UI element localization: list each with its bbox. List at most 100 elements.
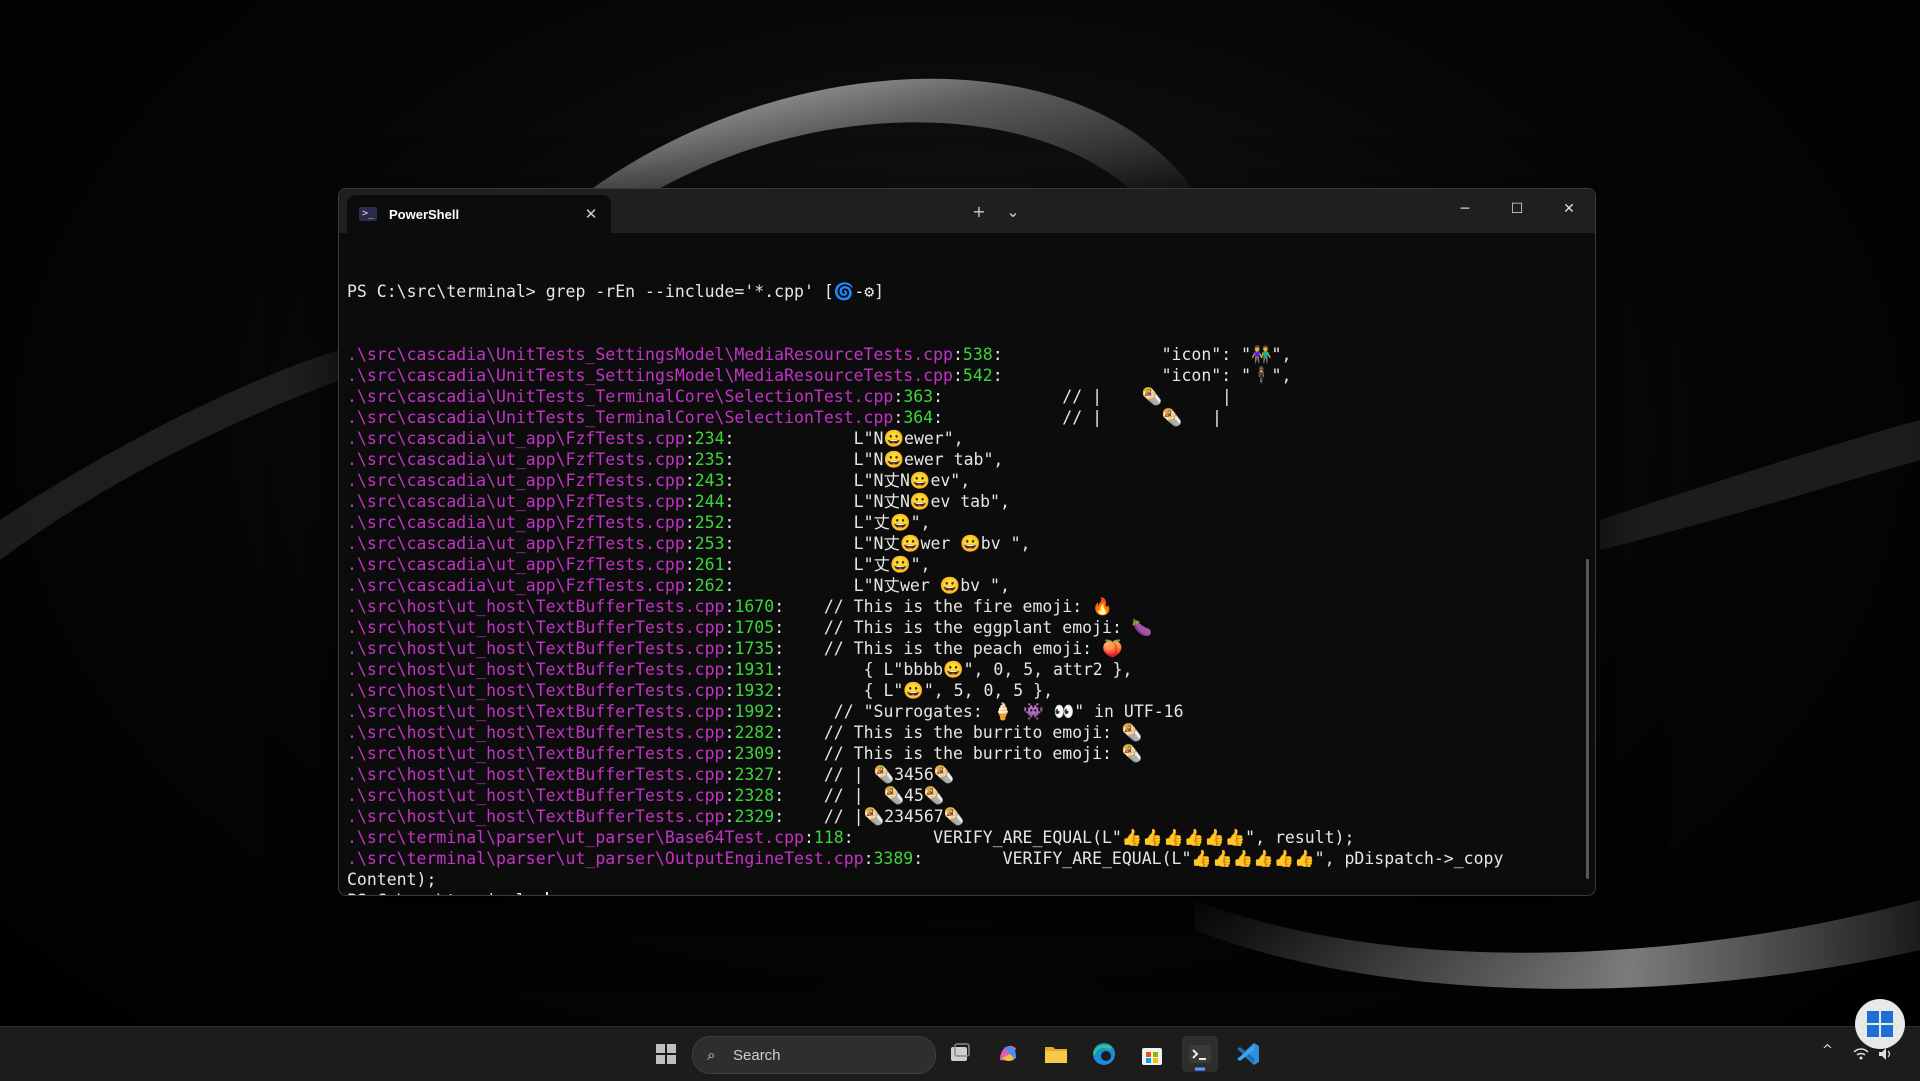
result-line-number: 542 xyxy=(962,366,993,385)
result-path: .\src\host\ut_host\TextBufferTests.cpp xyxy=(347,786,725,805)
tray-chevron-icon[interactable]: ^ xyxy=(1822,1043,1833,1058)
prompt: PS C:\src\terminal> xyxy=(347,282,546,301)
result-code: L"N😀ewer", xyxy=(734,429,964,448)
result-code: L"N丈wer 😀bv ", xyxy=(734,576,1010,595)
edge-button[interactable] xyxy=(1086,1036,1122,1072)
result-code: L"N丈N😀ev tab", xyxy=(734,492,1010,511)
grep-result-line: .\src\host\ut_host\TextBufferTests.cpp:1… xyxy=(347,618,1153,637)
grep-result-line: .\src\host\ut_host\TextBufferTests.cpp:2… xyxy=(347,765,955,784)
grep-result-line: .\src\cascadia\UnitTests_SettingsModel\M… xyxy=(347,345,1292,364)
search-icon: ⌕ xyxy=(707,1046,716,1064)
close-window-button[interactable]: ✕ xyxy=(1543,189,1595,229)
grep-result-line: .\src\cascadia\ut_app\FzfTests.cpp:262: … xyxy=(347,576,1010,595)
result-path: .\src\host\ut_host\TextBufferTests.cpp xyxy=(347,639,725,658)
grep-result-line: .\src\cascadia\ut_app\FzfTests.cpp:252: … xyxy=(347,513,931,532)
grep-result-line: .\src\host\ut_host\TextBufferTests.cpp:1… xyxy=(347,639,1123,658)
close-tab-icon[interactable]: ✕ xyxy=(577,200,605,228)
result-code: // |🌯234567🌯 xyxy=(784,807,965,826)
result-line-number: 243 xyxy=(694,471,725,490)
scrollbar[interactable] xyxy=(1586,559,1589,879)
new-tab-button[interactable]: + xyxy=(965,199,993,225)
result-path: .\src\host\ut_host\TextBufferTests.cpp xyxy=(347,702,725,721)
grep-result-line: .\src\cascadia\ut_app\FzfTests.cpp:253: … xyxy=(347,534,1031,553)
result-code: L"N丈N😀ev", xyxy=(734,471,971,490)
result-path: .\src\host\ut_host\TextBufferTests.cpp xyxy=(347,744,725,763)
result-code: "icon": "🕴", xyxy=(1002,366,1292,385)
result-path: .\src\host\ut_host\TextBufferTests.cpp xyxy=(347,681,725,700)
result-path: .\src\cascadia\ut_app\FzfTests.cpp xyxy=(347,513,685,532)
result-code: // This is the peach emoji: 🍑 xyxy=(784,639,1123,658)
grep-result-line: .\src\host\ut_host\TextBufferTests.cpp:1… xyxy=(347,597,1113,616)
result-code: { L"😀", 5, 0, 5 }, xyxy=(784,681,1054,700)
tab-powershell[interactable]: >_ PowerShell ✕ xyxy=(347,195,611,233)
result-line-number: 234 xyxy=(694,429,725,448)
final-prompt-line: PS C:\src\terminal> xyxy=(347,890,1567,895)
result-code: // | 🌯45🌯 xyxy=(784,786,945,805)
store-button[interactable] xyxy=(1134,1036,1170,1072)
result-code: "icon": "👫", xyxy=(1002,345,1292,364)
result-line-number: 2328 xyxy=(734,786,775,805)
grep-result-line: .\src\host\ut_host\TextBufferTests.cpp:1… xyxy=(347,660,1133,679)
result-line-number: 2309 xyxy=(734,744,775,763)
result-line-number: 261 xyxy=(694,555,725,574)
result-code: // | 🌯 | xyxy=(943,408,1222,427)
result-line-number: 1735 xyxy=(734,639,775,658)
wrapped-line: Content); xyxy=(347,870,437,889)
grep-result-line: .\src\cascadia\ut_app\FzfTests.cpp:234: … xyxy=(347,429,964,448)
copilot-button[interactable] xyxy=(990,1036,1026,1072)
result-line-number: 3389 xyxy=(873,849,914,868)
grep-result-line: .\src\cascadia\UnitTests_TerminalCore\Se… xyxy=(347,387,1232,406)
result-path: .\src\cascadia\ut_app\FzfTests.cpp xyxy=(347,429,685,448)
result-path: .\src\cascadia\UnitTests_SettingsModel\M… xyxy=(347,345,953,364)
windows-logo-icon xyxy=(1855,999,1905,1049)
result-code: VERIFY_ARE_EQUAL(L"👍👍👍👍👍👍", result); xyxy=(853,828,1355,847)
result-line-number: 363 xyxy=(903,387,934,406)
start-button[interactable] xyxy=(648,1036,684,1072)
grep-result-line: .\src\host\ut_host\TextBufferTests.cpp:1… xyxy=(347,681,1054,700)
grep-result-line: .\src\cascadia\ut_app\FzfTests.cpp:235: … xyxy=(347,450,1004,469)
result-line-number: 244 xyxy=(694,492,725,511)
grep-result-line: .\src\host\ut_host\TextBufferTests.cpp:2… xyxy=(347,744,1143,763)
result-path: .\src\cascadia\ut_app\FzfTests.cpp xyxy=(347,471,685,490)
result-line-number: 1992 xyxy=(734,702,775,721)
edge-icon xyxy=(1093,1043,1115,1065)
grep-result-line: .\src\cascadia\UnitTests_SettingsModel\M… xyxy=(347,366,1292,385)
grep-result-line: .\src\cascadia\UnitTests_TerminalCore\Se… xyxy=(347,408,1222,427)
maximize-button[interactable]: ☐ xyxy=(1491,189,1543,229)
tab-dropdown-button[interactable]: ⌄ xyxy=(999,199,1027,225)
grep-result-line: .\src\host\ut_host\TextBufferTests.cpp:2… xyxy=(347,807,965,826)
result-path: .\src\cascadia\UnitTests_TerminalCore\Se… xyxy=(347,387,894,406)
terminal-output[interactable]: PS C:\src\terminal> grep -rEn --include=… xyxy=(347,239,1567,895)
result-code: // | 🌯3456🌯 xyxy=(784,765,955,784)
result-code: // This is the eggplant emoji: 🍆 xyxy=(784,618,1153,637)
result-code: // "Surrogates: 🍦 👾 👀" in UTF-16 xyxy=(784,702,1184,721)
grep-result-line: .\src\host\ut_host\TextBufferTests.cpp:2… xyxy=(347,786,945,805)
taskbar-search[interactable]: ⌕ Search xyxy=(692,1036,936,1074)
result-path: .\src\cascadia\ut_app\FzfTests.cpp xyxy=(347,534,685,553)
grep-result-line: .\src\host\ut_host\TextBufferTests.cpp:1… xyxy=(347,702,1184,721)
vscode-button[interactable] xyxy=(1230,1036,1266,1072)
minimize-button[interactable]: ─ xyxy=(1439,189,1491,229)
result-code: { L"bbbb😀", 0, 5, attr2 }, xyxy=(784,660,1133,679)
file-explorer-icon xyxy=(1045,1047,1067,1063)
search-placeholder: Search xyxy=(733,1046,781,1064)
text-cursor xyxy=(545,892,548,895)
result-line-number: 1932 xyxy=(734,681,775,700)
grep-result-line: .\src\terminal\parser\ut_parser\Base64Te… xyxy=(347,828,1355,847)
result-path: .\src\host\ut_host\TextBufferTests.cpp xyxy=(347,597,725,616)
titlebar: >_ PowerShell ✕ + ⌄ ─ ☐ ✕ xyxy=(339,189,1595,233)
grep-result-line: .\src\cascadia\ut_app\FzfTests.cpp:261: … xyxy=(347,555,931,574)
tab-title: PowerShell xyxy=(389,206,460,222)
grep-result-line: .\src\host\ut_host\TextBufferTests.cpp:2… xyxy=(347,723,1143,742)
grep-result-line: .\src\cascadia\ut_app\FzfTests.cpp:244: … xyxy=(347,492,1010,511)
powershell-icon: >_ xyxy=(359,207,377,221)
result-code: L"丈😀", xyxy=(734,513,931,532)
terminal-taskbar-button[interactable] xyxy=(1182,1036,1218,1072)
result-line-number: 538 xyxy=(962,345,993,364)
result-code: // This is the fire emoji: 🔥 xyxy=(784,597,1113,616)
taskbar: ⌕ Search ^ xyxy=(0,1026,1920,1081)
task-view-button[interactable] xyxy=(942,1036,978,1072)
result-path: .\src\cascadia\UnitTests_TerminalCore\Se… xyxy=(347,408,894,427)
result-path: .\src\cascadia\ut_app\FzfTests.cpp xyxy=(347,450,685,469)
file-explorer-button[interactable] xyxy=(1038,1036,1074,1072)
